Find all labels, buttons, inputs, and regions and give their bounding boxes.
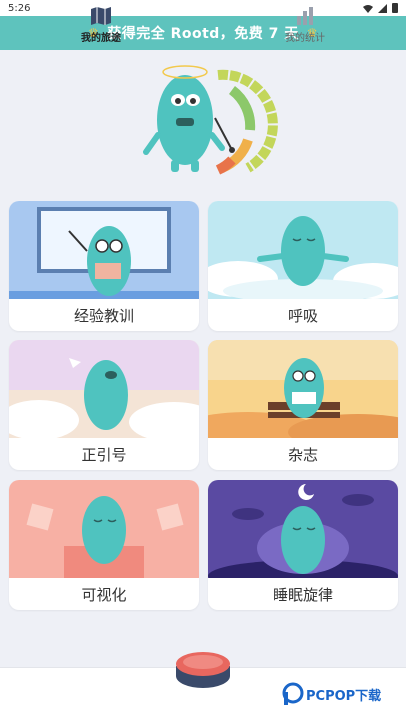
nav-item-journey[interactable]: 我的旅途 bbox=[56, 6, 146, 44]
mood-hero-illustration bbox=[143, 65, 278, 175]
status-icons bbox=[363, 3, 398, 13]
start-session-button[interactable] bbox=[175, 650, 231, 690]
battery-icon bbox=[392, 3, 398, 13]
quotes-illustration bbox=[9, 340, 199, 438]
signal-icon bbox=[378, 3, 387, 13]
card-label: 杂志 bbox=[287, 445, 318, 464]
status-time: 5:26 bbox=[8, 2, 31, 14]
card-breathing[interactable]: 呼吸 bbox=[208, 201, 398, 331]
watermark-logo-icon bbox=[282, 682, 304, 705]
nav-label-stats: 我的统计 bbox=[285, 33, 325, 44]
lessons-illustration bbox=[9, 201, 199, 299]
card-label: 经验教训 bbox=[73, 306, 134, 325]
nav-item-stats[interactable]: 我的统计 bbox=[260, 6, 350, 44]
watermark-text: PCPOP下载 bbox=[306, 688, 382, 704]
nav-label-journey: 我的旅途 bbox=[81, 33, 121, 44]
card-sleep-melodies[interactable]: 睡眠旋律 bbox=[208, 480, 398, 610]
card-quotes[interactable]: 正引号 bbox=[9, 340, 199, 470]
stats-icon bbox=[297, 7, 313, 25]
card-journal[interactable]: 杂志 bbox=[208, 340, 398, 470]
map-icon bbox=[91, 7, 111, 25]
card-label: 睡眠旋律 bbox=[272, 585, 333, 604]
journal-illustration bbox=[208, 340, 398, 438]
breathing-illustration bbox=[208, 201, 398, 299]
sleep-illustration bbox=[208, 480, 398, 578]
monster-character bbox=[143, 65, 225, 172]
watermark: PCPOP下载 bbox=[282, 682, 381, 706]
card-label: 呼吸 bbox=[287, 306, 318, 325]
card-label: 正引号 bbox=[81, 445, 127, 464]
wifi-icon bbox=[363, 4, 373, 13]
mood-gauge bbox=[214, 69, 278, 175]
card-lessons[interactable]: 经验教训 bbox=[9, 201, 199, 331]
card-visualization[interactable]: 可视化 bbox=[9, 480, 199, 610]
visualization-illustration bbox=[9, 480, 199, 578]
card-label: 可视化 bbox=[81, 585, 127, 604]
